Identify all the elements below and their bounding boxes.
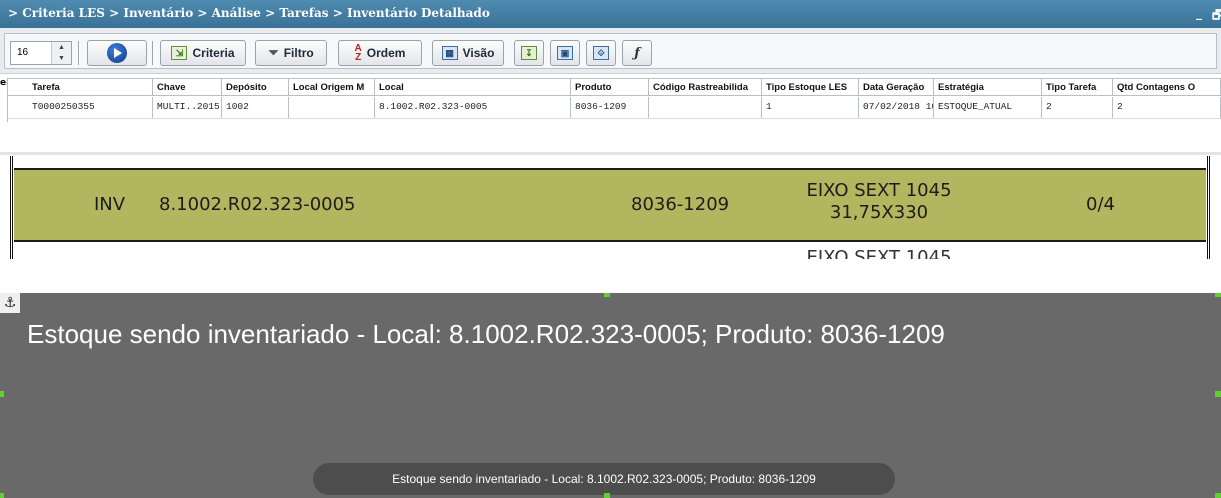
item-local: 8.1002.R02.323-0005 bbox=[159, 194, 356, 215]
col-header-estrategia[interactable]: Estratégia bbox=[934, 79, 1042, 95]
function-icon: ƒ bbox=[634, 45, 640, 61]
resize-handle-bottom[interactable] bbox=[604, 493, 610, 498]
col-header-data-geracao[interactable]: Data Geração bbox=[859, 79, 934, 95]
play-icon bbox=[107, 43, 127, 63]
col-header-codigo-rastreabilidade[interactable]: Código Rastreabilida bbox=[649, 79, 762, 95]
floppy-disk-icon: ▣ bbox=[557, 46, 573, 60]
cell-deposito: 1002 bbox=[222, 97, 289, 118]
cell-chave: MULTI..2015 bbox=[153, 97, 222, 118]
sort-az-icon: AZ bbox=[354, 43, 362, 63]
cell-tipo-tarefa: 2 bbox=[1042, 97, 1113, 118]
col-header-tipo-tarefa[interactable]: Tipo Tarefa bbox=[1042, 79, 1113, 95]
filtro-label: Filtro bbox=[283, 46, 314, 60]
ordem-label: Ordem bbox=[366, 46, 406, 60]
export-button[interactable]: ↧ bbox=[514, 40, 544, 66]
cell-local: 8.1002.R02.323-0005 bbox=[375, 97, 571, 118]
code-button[interactable]: ⟐ bbox=[586, 40, 616, 66]
col-header-qtd-contagens[interactable]: Qtd Contagens O bbox=[1113, 79, 1221, 95]
col-header-produto[interactable]: Produto bbox=[571, 79, 649, 95]
cell-tarefa: T0000250355 bbox=[28, 97, 153, 118]
execute-button[interactable] bbox=[87, 40, 147, 66]
col-header-deposito[interactable]: Depósito bbox=[222, 79, 289, 95]
inventory-message-label: Estoque sendo inventariado - Local: 8.10… bbox=[27, 319, 945, 349]
mobile-task-list: INV 8.1002.R02.323-0005 8036-1209 EIXO S… bbox=[0, 152, 1221, 259]
resize-handle-left[interactable] bbox=[0, 391, 4, 397]
cell-qtd-contagens: 2 bbox=[1113, 97, 1221, 118]
col-header-tipo-estoque[interactable]: Tipo Estoque LES bbox=[762, 79, 859, 95]
resize-handle-bottom-left[interactable] bbox=[0, 493, 4, 498]
export-icon: ↧ bbox=[521, 46, 537, 60]
anchor-icon[interactable]: ⚓ bbox=[0, 293, 20, 313]
minimize-button[interactable]: _ bbox=[1196, 6, 1202, 20]
col-header-local[interactable]: Local bbox=[375, 79, 571, 95]
cell-local-origem bbox=[289, 97, 375, 118]
cell-produto: 8036-1209 bbox=[571, 97, 649, 118]
cell-data-geracao: 07/02/2018 10 bbox=[859, 97, 934, 118]
resize-handle-top-right[interactable] bbox=[1215, 293, 1221, 297]
criteria-label: Criteria bbox=[192, 46, 235, 60]
criteria-icon: ⇲ bbox=[171, 46, 188, 60]
item-count: 0/4 bbox=[1086, 194, 1115, 215]
list-item[interactable]: INV 8.1002.R02.323-0005 8036-1209 EIXO S… bbox=[14, 168, 1206, 242]
list-item-next[interactable]: EIXO SEXT 1045 bbox=[14, 242, 1206, 259]
save-button[interactable]: ▣ bbox=[550, 40, 580, 66]
resize-handle-top[interactable] bbox=[604, 293, 610, 297]
resize-handle-right[interactable] bbox=[1215, 391, 1221, 397]
page-size-value: 16 bbox=[17, 47, 29, 58]
filtro-button[interactable]: ⏷ Filtro bbox=[255, 40, 327, 66]
ordem-button[interactable]: AZ Ordem bbox=[338, 40, 422, 66]
resize-handle-bottom-right[interactable] bbox=[1215, 493, 1221, 498]
item-type: INV bbox=[94, 194, 126, 215]
grid-view-icon: ▦ bbox=[441, 46, 458, 60]
item-produto: 8036-1209 bbox=[631, 194, 730, 215]
page-size-spinner[interactable]: 16 ▲ ▼ bbox=[10, 41, 72, 65]
list-top-border bbox=[0, 152, 1221, 155]
col-header-tarefa[interactable]: Tarefa bbox=[28, 79, 153, 95]
function-button[interactable]: ƒ bbox=[622, 40, 652, 66]
cell-estrategia: ESTOQUE_ATUAL bbox=[934, 97, 1042, 118]
item-description: EIXO SEXT 1045 31,75X330 bbox=[804, 180, 954, 224]
results-grid: Tarefa Chave Depósito Local Origem M Loc… bbox=[0, 78, 1221, 122]
toolbar-separator bbox=[78, 41, 80, 65]
restore-button[interactable]: 🗗 bbox=[1212, 6, 1221, 27]
col-header-local-origem[interactable]: Local Origem M bbox=[289, 79, 375, 95]
visao-label: Visão bbox=[462, 46, 495, 60]
criteria-button[interactable]: ⇲ Criteria bbox=[160, 40, 246, 66]
next-item-description: EIXO SEXT 1045 bbox=[806, 247, 952, 259]
item-desc-line1: EIXO SEXT 1045 bbox=[806, 180, 952, 201]
window-titlebar: > Criteria LES > Inventário > Análise > … bbox=[0, 0, 1221, 28]
funnel-icon: ⏷ bbox=[268, 45, 279, 60]
cell-codigo-rastreabilidade bbox=[649, 97, 762, 118]
designer-overlay: ⚓ Estoque sendo inventariado - Local: 8.… bbox=[0, 293, 1221, 498]
visao-button[interactable]: ▦ Visão bbox=[432, 40, 504, 66]
spinner-arrows[interactable]: ▲ ▼ bbox=[51, 42, 71, 64]
cell-tipo-estoque: 1 bbox=[762, 97, 859, 118]
col-header-chave[interactable]: Chave bbox=[153, 79, 222, 95]
toast-message: Estoque sendo inventariado - Local: 8.10… bbox=[313, 463, 895, 495]
grid-header: Tarefa Chave Depósito Local Origem M Loc… bbox=[8, 78, 1221, 96]
table-row[interactable]: T0000250355 MULTI..2015 1002 8.1002.R02.… bbox=[8, 97, 1221, 119]
erp-window: > Criteria LES > Inventário > Análise > … bbox=[0, 0, 1221, 122]
toolbar-separator bbox=[152, 41, 154, 65]
breadcrumb-title: > Criteria LES > Inventário > Análise > … bbox=[8, 6, 490, 20]
item-desc-line2: 31,75X330 bbox=[829, 202, 929, 223]
code-icon: ⟐ bbox=[593, 46, 609, 60]
